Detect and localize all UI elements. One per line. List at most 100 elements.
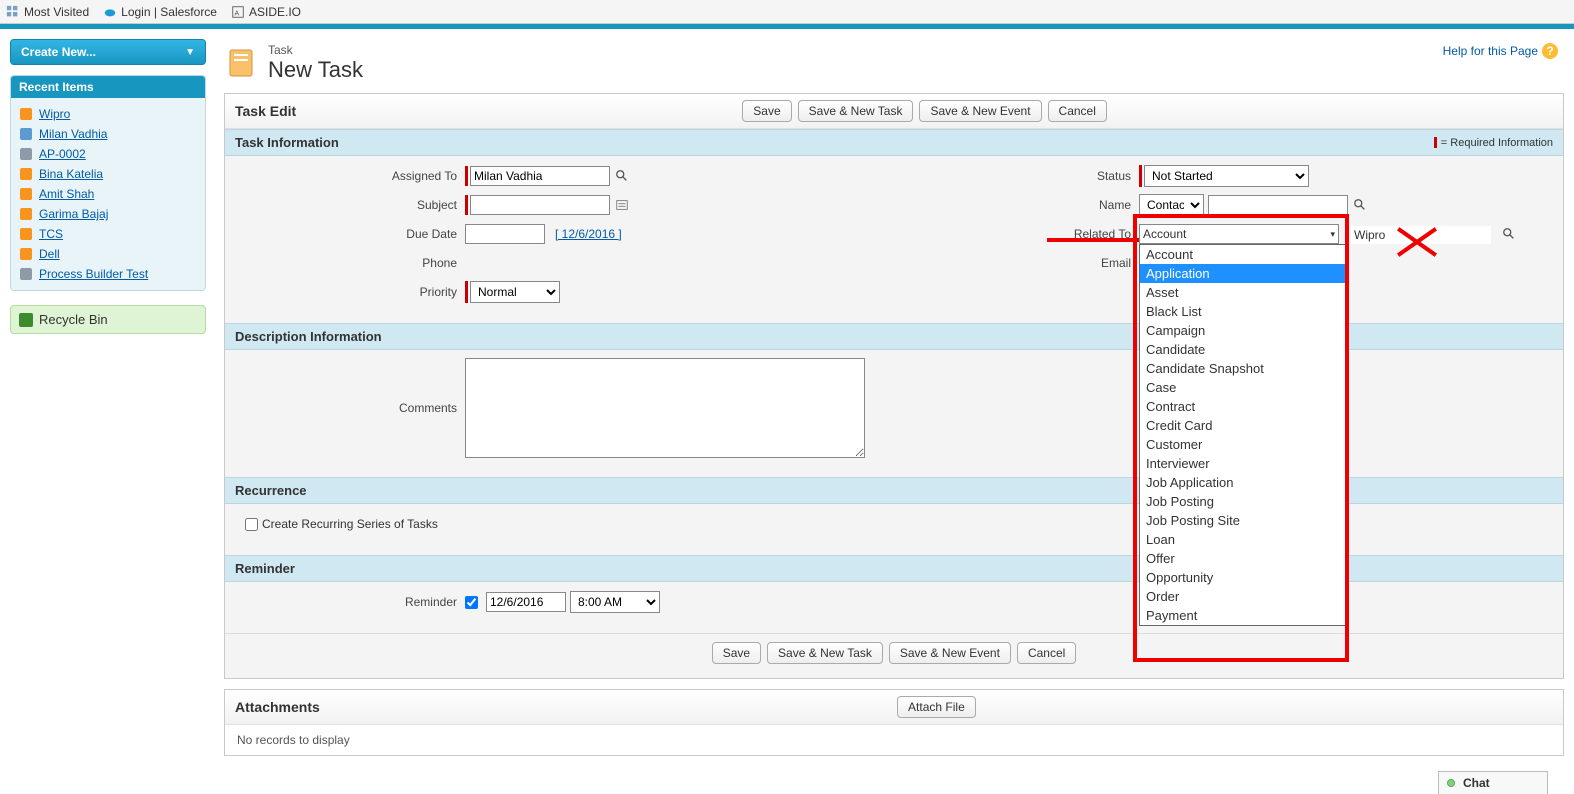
dropdown-option[interactable]: Offer	[1140, 549, 1346, 568]
bookmark-login-sf[interactable]: Login | Salesforce	[103, 5, 217, 19]
recurrence-header: Recurrence	[225, 477, 1563, 504]
recent-item[interactable]: TCS	[15, 224, 201, 244]
task-info-header: Task Information = Required Information	[225, 129, 1563, 156]
recent-item[interactable]: Wipro	[15, 104, 201, 124]
dropdown-option[interactable]: Candidate Snapshot	[1140, 359, 1346, 378]
bookmark-label: ASIDE.IO	[249, 5, 301, 19]
recycle-label: Recycle Bin	[39, 312, 108, 327]
recent-item-link[interactable]: Milan Vadhia	[39, 127, 107, 141]
reminder-header: Reminder	[225, 555, 1563, 582]
recycle-bin[interactable]: Recycle Bin	[10, 305, 206, 334]
save-new-task-button[interactable]: Save & New Task	[798, 100, 914, 122]
section-title: Description Information	[235, 329, 382, 344]
dropdown-option[interactable]: Customer	[1140, 435, 1346, 454]
chat-widget[interactable]: Chat	[1438, 771, 1548, 794]
dropdown-option[interactable]: Job Application	[1140, 473, 1346, 492]
subject-input[interactable]	[470, 195, 610, 215]
task-edit-block: Task Edit Save Save & New Task Save & Ne…	[224, 93, 1564, 679]
save-new-task-button[interactable]: Save & New Task	[767, 642, 883, 664]
page-object-label: Task	[268, 43, 363, 57]
status-select[interactable]: Not Started	[1144, 165, 1309, 187]
presence-icon	[1447, 779, 1455, 787]
dropdown-option[interactable]: Opportunity	[1140, 568, 1346, 587]
reminder-date-input[interactable]	[486, 592, 566, 612]
lookup-icon[interactable]	[1352, 197, 1368, 213]
create-new-button[interactable]: Create New... ▼	[10, 39, 206, 65]
help-link[interactable]: Help for this Page ?	[1443, 43, 1558, 59]
save-button[interactable]: Save	[712, 642, 761, 664]
dropdown-option[interactable]: Application	[1140, 264, 1346, 283]
bookmark-most-visited[interactable]: Most Visited	[6, 5, 89, 19]
name-input[interactable]	[1208, 195, 1348, 215]
attachments-header: Attachments Attach File	[225, 690, 1563, 725]
comments-textarea[interactable]	[465, 358, 865, 458]
status-label: Status	[909, 169, 1139, 183]
save-new-event-button[interactable]: Save & New Event	[919, 100, 1041, 122]
save-button[interactable]: Save	[742, 100, 791, 122]
due-date-input[interactable]	[465, 224, 545, 244]
recent-item[interactable]: AP-0002	[15, 144, 201, 164]
help-icon: ?	[1542, 43, 1558, 59]
recent-item-link[interactable]: AP-0002	[39, 147, 86, 161]
dropdown-option[interactable]: Candidate	[1140, 340, 1346, 359]
recent-item[interactable]: Amit Shah	[15, 184, 201, 204]
desc-info-header: Description Information	[225, 323, 1563, 350]
recent-item-link[interactable]: Dell	[39, 247, 60, 261]
name-label: Name	[909, 198, 1139, 212]
due-date-link[interactable]: [ 12/6/2016 ]	[555, 227, 622, 241]
dropdown-option[interactable]: Loan	[1140, 530, 1346, 549]
dropdown-option[interactable]: Job Posting	[1140, 492, 1346, 511]
dropdown-option[interactable]: Account	[1140, 245, 1346, 264]
cancel-button[interactable]: Cancel	[1048, 100, 1107, 122]
object-icon	[19, 247, 33, 261]
comments-label: Comments	[235, 401, 465, 415]
recurrence-checkbox[interactable]	[245, 518, 258, 531]
object-icon	[19, 207, 33, 221]
dropdown-option[interactable]: Order	[1140, 587, 1346, 606]
lookup-icon[interactable]	[1501, 226, 1517, 242]
recent-item-link[interactable]: Bina Katelia	[39, 167, 103, 181]
cancel-button[interactable]: Cancel	[1017, 642, 1076, 664]
dropdown-option[interactable]: Case	[1140, 378, 1346, 397]
related-to-type-select[interactable]: Account ▾	[1139, 224, 1339, 244]
dropdown-option[interactable]: Job Posting Site	[1140, 511, 1346, 530]
help-label: Help for this Page	[1443, 44, 1538, 58]
dropdown-option[interactable]: Asset	[1140, 283, 1346, 302]
dropdown-option[interactable]: Campaign	[1140, 321, 1346, 340]
recent-item-link[interactable]: TCS	[39, 227, 63, 241]
recent-item[interactable]: Process Builder Test	[15, 264, 201, 284]
recent-item[interactable]: Milan Vadhia	[15, 124, 201, 144]
lookup-icon[interactable]	[614, 168, 630, 184]
chevron-down-icon: ▼	[185, 47, 195, 58]
recent-item[interactable]: Bina Katelia	[15, 164, 201, 184]
save-new-event-button[interactable]: Save & New Event	[889, 642, 1011, 664]
reminder-time-select[interactable]: 8:00 AM	[570, 591, 660, 613]
related-to-dropdown[interactable]: AccountApplicationAssetBlack ListCampaig…	[1139, 244, 1347, 626]
bookmark-label: Most Visited	[24, 5, 89, 19]
recent-items-panel: Recent Items WiproMilan VadhiaAP-0002Bin…	[10, 75, 206, 291]
dropdown-option[interactable]: Payment	[1140, 606, 1346, 625]
reminder-checkbox[interactable]	[465, 596, 478, 609]
bookmark-aside[interactable]: A ASIDE.IO	[231, 5, 301, 19]
svg-text:A: A	[234, 10, 239, 17]
combo-icon[interactable]	[614, 197, 630, 213]
recent-item[interactable]: Dell	[15, 244, 201, 264]
recent-item-link[interactable]: Garima Bajaj	[39, 207, 108, 221]
recent-item-link[interactable]: Amit Shah	[39, 187, 94, 201]
dropdown-option[interactable]: Contract	[1140, 397, 1346, 416]
recent-item-link[interactable]: Wipro	[39, 107, 70, 121]
dropdown-option[interactable]: Interviewer	[1140, 454, 1346, 473]
name-type-select[interactable]: Contact	[1139, 194, 1204, 216]
dropdown-option[interactable]: Black List	[1140, 302, 1346, 321]
object-icon	[19, 167, 33, 181]
attach-file-button[interactable]: Attach File	[897, 696, 976, 718]
page-header: Task New Task Help for this Page ?	[224, 39, 1564, 93]
recent-item[interactable]: Garima Bajaj	[15, 204, 201, 224]
priority-select[interactable]: Normal	[470, 281, 560, 303]
recurrence-cb-label: Create Recurring Series of Tasks	[262, 517, 438, 531]
recent-item-link[interactable]: Process Builder Test	[39, 267, 148, 281]
dropdown-option[interactable]: Credit Card	[1140, 416, 1346, 435]
bookmark-label: Login | Salesforce	[121, 5, 217, 19]
object-icon	[19, 147, 33, 161]
assigned-to-input[interactable]	[470, 166, 610, 186]
